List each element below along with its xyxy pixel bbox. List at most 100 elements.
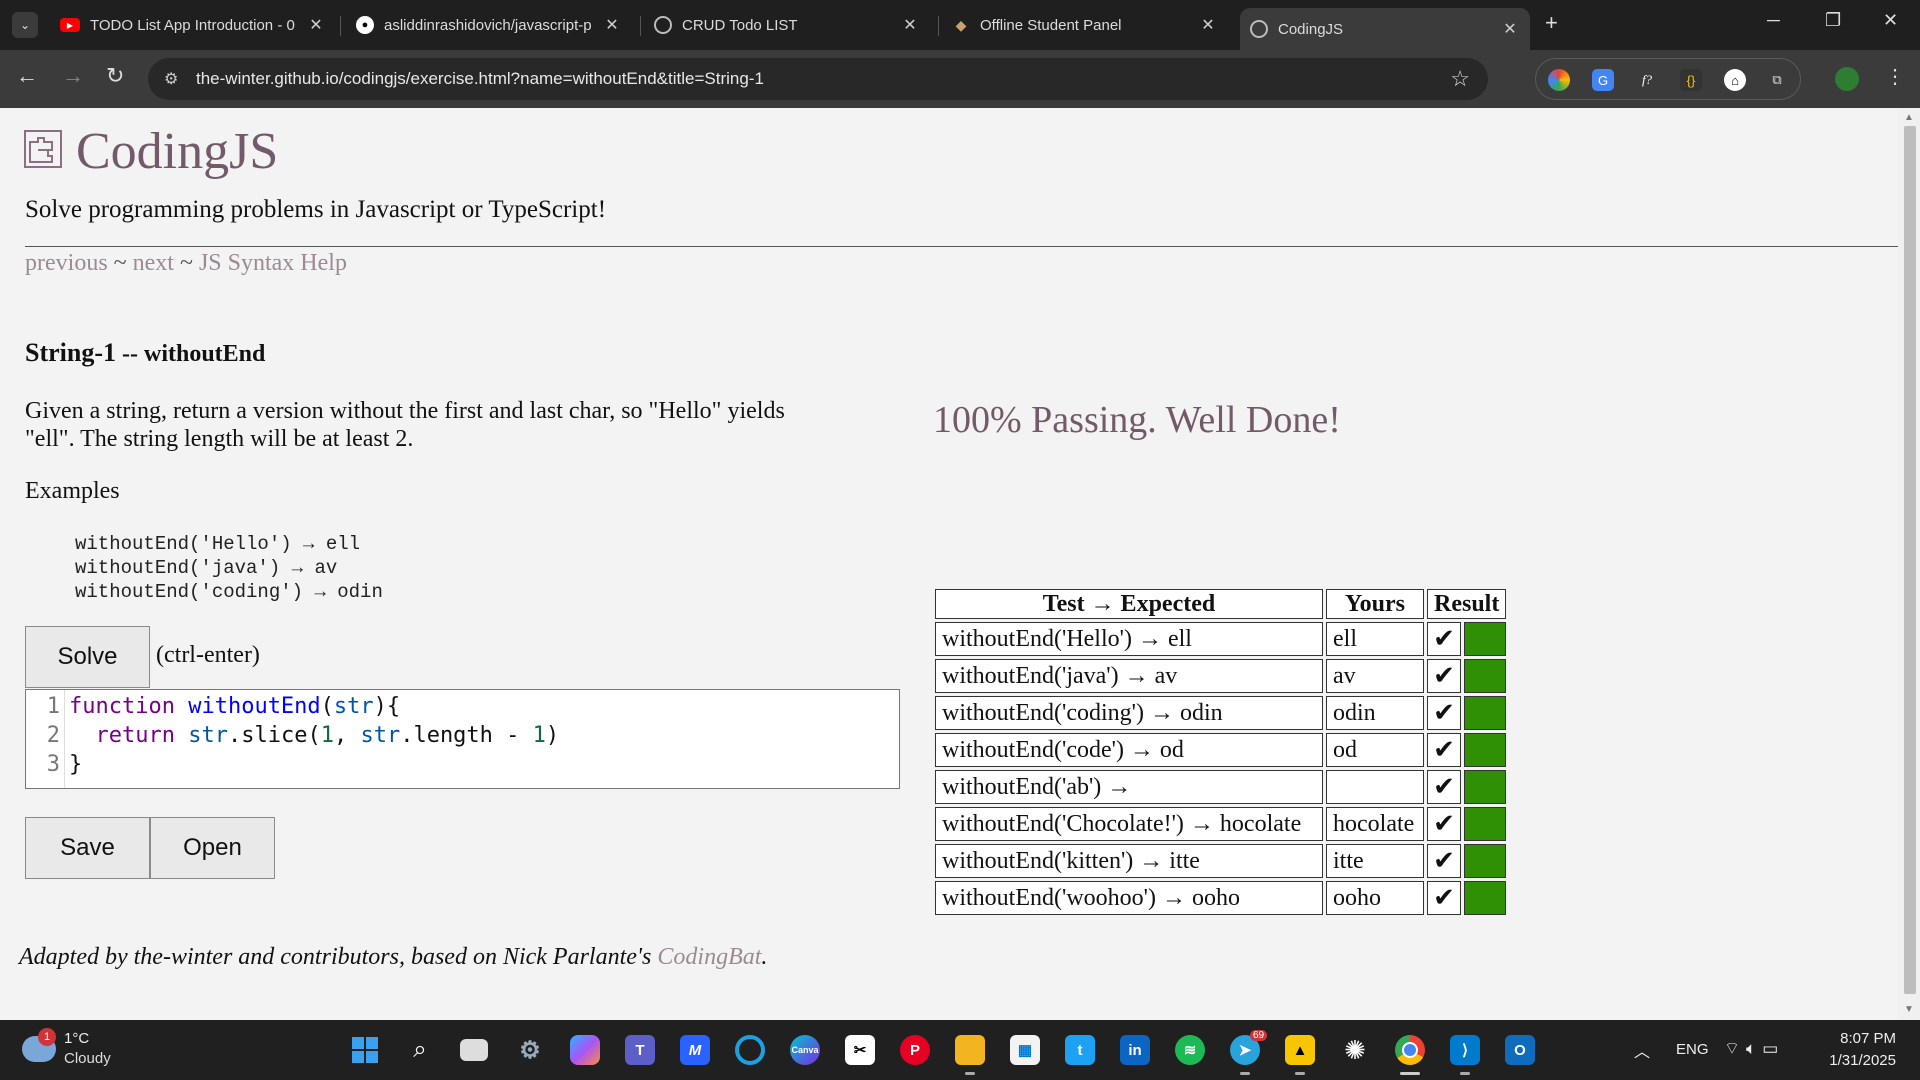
line-number: 3	[46, 752, 60, 777]
yours-cell: itte	[1326, 844, 1424, 878]
teams-icon[interactable]: T	[625, 1035, 655, 1065]
title-separator: --	[116, 341, 144, 367]
close-icon[interactable]: ✕	[900, 15, 920, 35]
site-info-icon[interactable]: ⚙	[164, 69, 178, 89]
checkmark-icon: ✔	[1427, 622, 1461, 656]
capcut-icon[interactable]: ✂	[845, 1035, 875, 1065]
running-indicator	[1460, 1072, 1470, 1075]
minimize-icon[interactable]: ─	[1767, 10, 1780, 31]
bookmark-star-icon[interactable]: ☆	[1450, 66, 1470, 92]
running-indicator	[1295, 1072, 1305, 1075]
chevron-down-icon: ⌄	[19, 18, 31, 32]
problem-category: String-1	[25, 338, 116, 367]
weather-desc[interactable]: Cloudy	[64, 1050, 111, 1067]
weather-temp[interactable]: 1°C	[64, 1030, 89, 1047]
column-header: Test → Expected	[935, 589, 1323, 619]
json-extension-icon[interactable]: {}	[1680, 69, 1702, 91]
canva-icon[interactable]: Canva	[790, 1035, 820, 1065]
tab-github[interactable]: ● asliddinrashidovich/javascript-p ✕	[346, 8, 632, 42]
code-text: function withoutEnd(str){	[69, 694, 401, 719]
code-editor-app-icon[interactable]: M	[680, 1035, 710, 1065]
language-indicator[interactable]: ENG	[1676, 1041, 1709, 1058]
close-icon[interactable]: ✕	[306, 15, 326, 35]
volume-icon[interactable]: 🔈︎	[1746, 1039, 1762, 1058]
formula-extension-icon[interactable]: f?	[1636, 69, 1658, 91]
tab-crud-todo[interactable]: CRUD Todo LIST ✕	[644, 8, 930, 42]
page-content: CodingJS Solve programming problems in J…	[0, 108, 1898, 1020]
pass-status-cell	[1463, 622, 1507, 656]
tab-title: TODO List App Introduction - 0	[90, 16, 295, 34]
close-icon[interactable]: ✕	[602, 15, 622, 35]
wifi-icon[interactable]: ⌔	[1724, 1039, 1746, 1058]
checkmark-icon: ✔	[1427, 881, 1461, 915]
test-cell: withoutEnd('woohoo') → ooho	[935, 881, 1323, 915]
scroll-thumb[interactable]	[1904, 126, 1916, 994]
system-tray[interactable]: ⌔🔈︎▭	[1724, 1038, 1784, 1059]
task-view-icon[interactable]	[460, 1039, 488, 1061]
line-number: 1	[46, 694, 60, 719]
dev-extension-icon[interactable]: ⌂	[1724, 69, 1746, 91]
store-icon[interactable]: ▦	[1010, 1035, 1040, 1065]
vpn-app-icon[interactable]: ▲	[1285, 1035, 1315, 1065]
codingbat-link[interactable]: CodingBat	[657, 944, 761, 970]
tab-separator	[938, 16, 939, 36]
address-bar[interactable]: ⚙ the-winter.github.io/codingjs/exercise…	[148, 58, 1488, 100]
translate-extension-icon[interactable]: G	[1592, 69, 1614, 91]
battery-icon[interactable]: ▭	[1762, 1039, 1784, 1058]
tray-chevron-icon[interactable]: ︿	[1634, 1038, 1650, 1062]
next-link[interactable]: next	[133, 250, 174, 276]
yours-cell	[1326, 770, 1424, 804]
file-explorer-icon[interactable]	[955, 1035, 985, 1065]
close-window-icon[interactable]: ✕	[1883, 10, 1898, 31]
color-picker-extension-icon[interactable]	[1548, 69, 1570, 91]
open-button[interactable]: Open	[150, 817, 275, 879]
windows-start-icon[interactable]	[350, 1035, 380, 1065]
tab-search-button[interactable]: ⌄	[12, 12, 38, 38]
twitter-icon[interactable]: t	[1065, 1035, 1095, 1065]
back-icon[interactable]: ←	[16, 63, 38, 89]
puzzle-icon[interactable]: ⧉	[1766, 69, 1788, 91]
close-icon[interactable]: ✕	[1500, 19, 1520, 39]
reload-icon[interactable]: ↻	[106, 63, 124, 89]
outlook-icon[interactable]: O	[1505, 1035, 1535, 1065]
yours-cell: ell	[1326, 622, 1424, 656]
scrollbar[interactable]: ▲ ▼	[1898, 108, 1920, 1020]
code-text: }	[69, 752, 83, 777]
tab-student-panel[interactable]: ◆ Offline Student Panel ✕	[942, 8, 1228, 42]
tab-title: Offline Student Panel	[980, 16, 1122, 34]
forward-icon[interactable]: →	[62, 63, 84, 89]
solve-button[interactable]: Solve	[25, 626, 150, 688]
restore-icon[interactable]: ❐	[1825, 10, 1841, 31]
url-text[interactable]: the-winter.github.io/codingjs/exercise.h…	[196, 69, 764, 89]
tab-todo-video[interactable]: ▶ TODO List App Introduction - 0 ✕	[50, 8, 336, 42]
new-tab-button[interactable]: +	[1545, 10, 1558, 36]
profile-avatar[interactable]	[1835, 67, 1859, 91]
pass-status-cell	[1463, 881, 1507, 915]
linkedin-icon[interactable]: in	[1120, 1035, 1150, 1065]
code-editor[interactable]: 1 function withoutEnd(str){ 2 return str…	[25, 689, 900, 789]
cortana-icon[interactable]	[735, 1035, 765, 1065]
clock-date[interactable]: 1/31/2025	[1818, 1052, 1896, 1069]
settings-gear-icon[interactable]: ⚙	[515, 1035, 545, 1065]
save-button[interactable]: Save	[25, 817, 150, 879]
syntax-help-link[interactable]: JS Syntax Help	[199, 250, 347, 276]
tab-codingjs[interactable]: CodingJS ✕	[1240, 8, 1530, 50]
pinterest-icon[interactable]: P	[900, 1035, 930, 1065]
menu-icon[interactable]: ⋮	[1885, 64, 1905, 89]
vscode-icon[interactable]: ⟩	[1450, 1035, 1480, 1065]
chrome-icon[interactable]	[1395, 1035, 1425, 1065]
clock-time[interactable]: 8:07 PM	[1838, 1030, 1896, 1047]
copilot-icon[interactable]	[570, 1035, 600, 1065]
tab-separator	[340, 16, 341, 36]
shortcut-hint: (ctrl-enter)	[156, 642, 260, 668]
close-icon[interactable]: ✕	[1198, 15, 1218, 35]
code-line: 2 return str.slice(1, str.length - 1)	[26, 723, 899, 752]
chatgpt-icon[interactable]: ✺	[1340, 1035, 1370, 1065]
scroll-up-icon[interactable]: ▲	[1904, 112, 1914, 123]
test-cell: withoutEnd('java') → av	[935, 659, 1323, 693]
scroll-down-icon[interactable]: ▼	[1904, 1004, 1914, 1015]
previous-link[interactable]: previous	[25, 250, 108, 276]
pass-status-cell	[1463, 807, 1507, 841]
search-icon[interactable]: ⌕	[405, 1035, 435, 1065]
spotify-icon[interactable]: ≋	[1175, 1035, 1205, 1065]
